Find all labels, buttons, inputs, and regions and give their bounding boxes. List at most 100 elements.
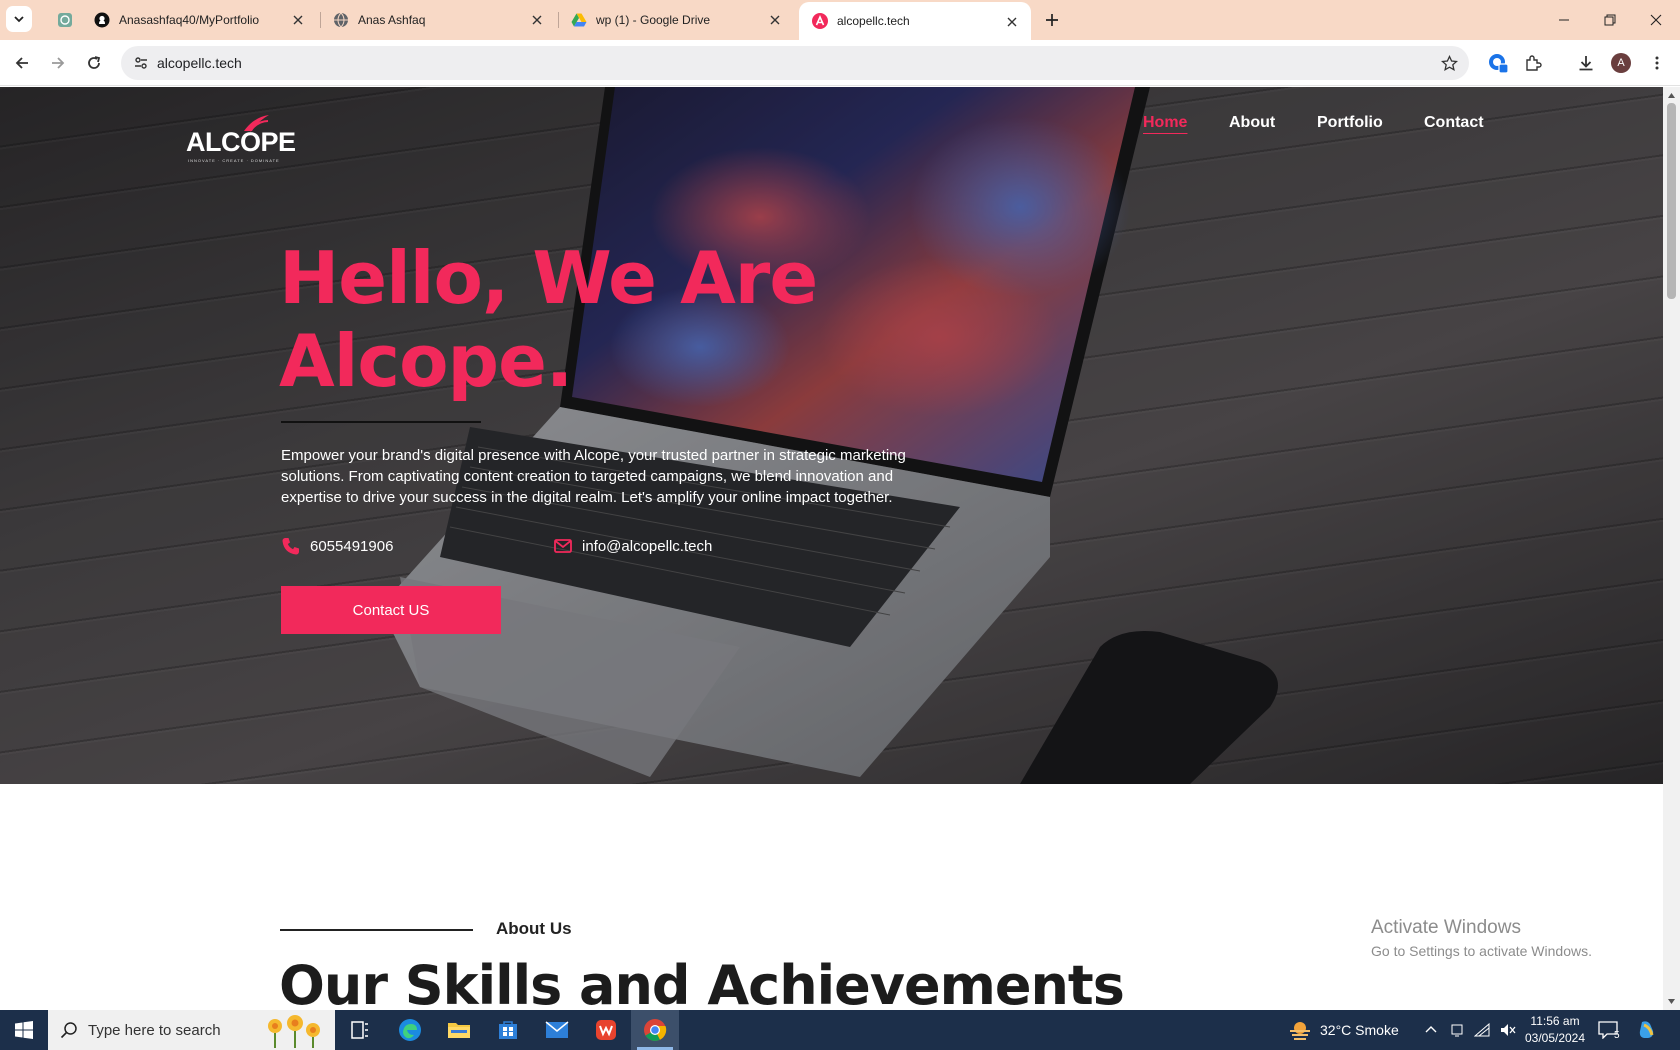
extensions-button[interactable] — [1521, 51, 1545, 75]
nav-link-contact[interactable]: Contact — [1424, 114, 1484, 132]
hero-email[interactable]: info@alcopellc.tech — [553, 536, 712, 556]
taskbar-app-store[interactable] — [484, 1010, 532, 1050]
restore-icon — [1604, 14, 1616, 26]
chrome-icon — [644, 1019, 667, 1041]
hero-overlay — [0, 87, 1663, 784]
downloads-button[interactable] — [1574, 51, 1598, 75]
tab-anas-ashfaq[interactable]: Anas Ashfaq — [320, 0, 556, 40]
nav-link-about[interactable]: About — [1229, 114, 1275, 132]
hero-divider — [281, 421, 481, 423]
notification-center[interactable]: 5 — [1598, 1010, 1620, 1050]
tab-title: Anas Ashfaq — [358, 13, 426, 27]
tab-google-drive[interactable]: wp (1) - Google Drive — [558, 0, 794, 40]
page-scrollbar[interactable] — [1663, 87, 1680, 1010]
about-kicker: About Us — [496, 919, 572, 938]
bookmark-button[interactable] — [1439, 53, 1459, 73]
phone-icon — [282, 538, 299, 555]
site-logo[interactable]: ALCOPE INNOVATE · CREATE · DOMINATE — [186, 113, 296, 163]
weather-widget[interactable]: 32°C Smoke — [1288, 1010, 1399, 1050]
taskbar-app-edge[interactable] — [386, 1010, 434, 1050]
tab-chatgpt[interactable] — [44, 0, 84, 40]
folder-icon — [448, 1023, 470, 1038]
windows-logo-icon — [15, 1021, 33, 1039]
meet-now-icon[interactable] — [1450, 1023, 1464, 1037]
reload-button[interactable] — [82, 51, 106, 75]
alcope-icon — [812, 13, 828, 29]
close-icon[interactable] — [1004, 14, 1020, 30]
scroll-down-icon[interactable] — [1667, 997, 1676, 1006]
arrow-left-icon — [15, 57, 28, 69]
taskbar-app-file-explorer[interactable] — [435, 1010, 483, 1050]
close-icon[interactable] — [767, 12, 783, 28]
about-divider — [280, 929, 473, 931]
profile-avatar[interactable]: A — [1611, 53, 1631, 73]
hero-title-line1: Hello, We Are — [279, 236, 818, 320]
logo-text: ALCOPE — [186, 127, 296, 157]
back-button[interactable] — [10, 51, 34, 75]
tab-title: Anasashfaq40/MyPortfolio — [119, 13, 260, 27]
contact-us-button[interactable]: Contact US — [281, 586, 501, 634]
clock-date: 03/05/2024 — [1524, 1031, 1586, 1045]
mail-app-icon — [545, 1021, 569, 1038]
close-icon — [1650, 14, 1662, 26]
minimize-button[interactable] — [1541, 0, 1587, 40]
star-icon — [1440, 54, 1458, 71]
reload-icon — [88, 56, 101, 69]
network-icon[interactable] — [1474, 1023, 1490, 1037]
search-highlight-flowers-icon — [268, 1015, 320, 1048]
site-info-button[interactable] — [129, 51, 153, 75]
browser-menu-button[interactable] — [1645, 51, 1669, 75]
volume-muted-icon[interactable] — [1500, 1023, 1516, 1037]
close-icon[interactable] — [290, 12, 306, 28]
tab-alcopellc[interactable]: alcopellc.tech — [799, 2, 1031, 40]
copilot-taskbar-button[interactable] — [1636, 1010, 1658, 1050]
download-icon — [1579, 56, 1593, 71]
store-icon — [499, 1021, 517, 1039]
github-icon — [94, 12, 110, 28]
hero-section: ALCOPE INNOVATE · CREATE · DOMINATE Home… — [0, 87, 1663, 784]
hero-title: Hello, We Are Alcope. — [279, 236, 818, 403]
windows-taskbar: Type here to search 32°C Smoke 11:56 am — [0, 1010, 1680, 1050]
system-tray — [1424, 1010, 1516, 1050]
tab-title: wp (1) - Google Drive — [596, 13, 711, 27]
taskbar-app-chrome[interactable] — [631, 1010, 679, 1050]
tab-search-button[interactable] — [6, 6, 32, 32]
taskbar-search[interactable]: Type here to search — [48, 1010, 335, 1050]
search-placeholder: Type here to search — [88, 1021, 221, 1039]
forward-button[interactable] — [46, 51, 70, 75]
nav-link-home[interactable]: Home — [1143, 114, 1187, 132]
browser-toolbar: alcopellc.tech — [0, 40, 1680, 86]
tab-github[interactable]: Anasashfaq40/MyPortfolio — [81, 0, 317, 40]
scroll-up-icon[interactable] — [1667, 91, 1676, 100]
scrollbar-thumb[interactable] — [1667, 103, 1676, 299]
notification-count: 5 — [1614, 1029, 1620, 1041]
plus-icon — [1046, 14, 1058, 26]
new-tab-button[interactable] — [1040, 8, 1064, 32]
taskbar-app-mail[interactable] — [533, 1010, 581, 1050]
edge-icon — [399, 1019, 421, 1041]
task-view-icon — [351, 1021, 368, 1039]
tune-icon — [135, 57, 147, 69]
start-button[interactable] — [0, 1010, 48, 1050]
copilot-icon — [1489, 54, 1509, 74]
url-text[interactable]: alcopellc.tech — [157, 55, 242, 71]
extension-copilot-button[interactable] — [1486, 51, 1510, 75]
weather-haze-icon — [1290, 1022, 1310, 1040]
close-icon[interactable] — [529, 12, 545, 28]
logo-tagline: INNOVATE · CREATE · DOMINATE — [188, 158, 280, 163]
close-window-button[interactable] — [1633, 0, 1679, 40]
nav-link-portfolio[interactable]: Portfolio — [1317, 114, 1383, 132]
task-view-button[interactable] — [336, 1010, 384, 1050]
page-viewport: ALCOPE INNOVATE · CREATE · DOMINATE Home… — [0, 87, 1663, 1010]
taskbar-clock[interactable]: 11:56 am 03/05/2024 — [1515, 1013, 1595, 1047]
activate-windows-title: Activate Windows — [1371, 917, 1521, 938]
clock-time: 11:56 am — [1530, 1014, 1580, 1028]
hero-phone[interactable]: 6055491906 — [281, 536, 393, 556]
taskbar-app-wps[interactable] — [582, 1010, 630, 1050]
restore-button[interactable] — [1587, 0, 1633, 40]
chevron-down-icon — [14, 16, 24, 23]
search-icon — [60, 1022, 77, 1039]
chevron-up-icon[interactable] — [1424, 1023, 1438, 1037]
address-bar[interactable]: alcopellc.tech — [121, 46, 1469, 80]
skills-title: Our Skills and Achievements — [279, 954, 1125, 1010]
